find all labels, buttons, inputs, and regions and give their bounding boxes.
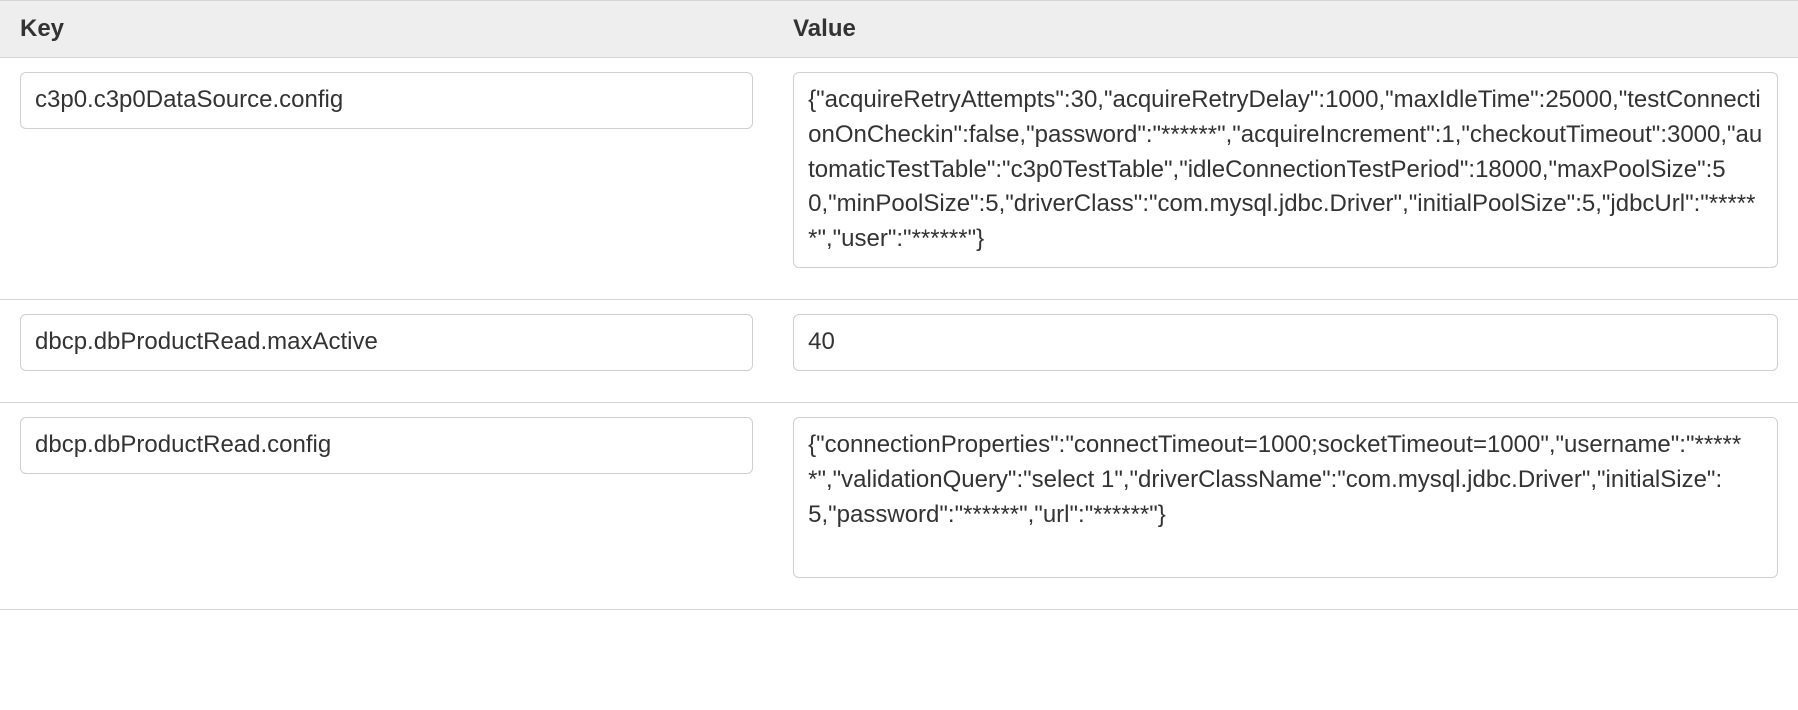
key-input[interactable] — [20, 72, 753, 129]
key-input[interactable] — [20, 314, 753, 371]
table-row — [0, 403, 1798, 610]
table-row — [0, 300, 1798, 403]
value-input[interactable] — [793, 314, 1778, 371]
table-row — [0, 58, 1798, 300]
cell-key — [0, 403, 773, 610]
value-input[interactable] — [793, 72, 1778, 268]
cell-key — [0, 300, 773, 403]
cell-value — [773, 58, 1798, 300]
config-table: Key Value — [0, 0, 1798, 610]
value-input[interactable] — [793, 417, 1778, 578]
cell-value — [773, 300, 1798, 403]
column-header-key: Key — [0, 1, 773, 58]
cell-value — [773, 403, 1798, 610]
table-header: Key Value — [0, 1, 1798, 58]
table-body — [0, 58, 1798, 610]
cell-key — [0, 58, 773, 300]
key-input[interactable] — [20, 417, 753, 474]
column-header-value: Value — [773, 1, 1798, 58]
